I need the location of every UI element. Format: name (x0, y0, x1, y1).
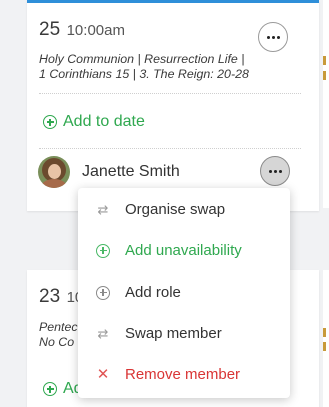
swap-icon: ⇄ (97, 326, 109, 341)
date-card: 25 10:00am Holy Communion | Resurrection… (27, 0, 319, 211)
divider (39, 93, 301, 94)
date-heading: 23 10 (39, 286, 83, 308)
menu-item-label: Add unavailability (125, 242, 242, 259)
menu-item-add-unavailability[interactable]: Add unavailability (94, 242, 242, 259)
member-more-button[interactable] (260, 156, 290, 186)
service-line-2: 1 Corinthians 15 | 3. The Reign: 20-28 (39, 66, 249, 81)
add-to-date-link[interactable]: Add to date (43, 113, 145, 131)
date-heading: 25 10:00am (39, 19, 125, 41)
add-to-date-label: Add to date (63, 113, 145, 130)
plus-circle-icon (43, 115, 57, 129)
service-description: Holy Communion | Resurrection Life | 1 C… (39, 52, 311, 81)
next-card-edge (323, 270, 329, 407)
plus-circle-icon (43, 382, 57, 396)
menu-item-add-role[interactable]: Add role (94, 284, 181, 301)
plus-circle-icon (94, 243, 112, 258)
menu-item-label: Swap member (125, 325, 222, 342)
service-line-1: Holy Communion | Resurrection Life | (39, 52, 245, 66)
more-icon (266, 35, 280, 39)
date-day: 25 (39, 19, 61, 40)
member-row: Janette Smith (38, 156, 180, 188)
menu-item-remove-member[interactable]: ✕ Remove member (94, 366, 240, 383)
divider (39, 148, 301, 149)
date-day: 23 (39, 286, 61, 307)
next-card-edge (323, 0, 329, 208)
date-time: 10:00am (66, 22, 125, 39)
service-line-1: Pentec (39, 320, 78, 334)
plus-circle-icon (94, 285, 112, 300)
rota-view: 25 10:00am Holy Communion | Resurrection… (0, 0, 329, 407)
menu-item-label: Remove member (125, 366, 241, 383)
more-icon (268, 169, 282, 173)
swap-icon: ⇄ (97, 202, 109, 217)
member-name: Janette Smith (82, 163, 180, 180)
menu-item-label: Add role (125, 284, 181, 301)
menu-item-label: Organise swap (125, 201, 226, 218)
avatar (38, 156, 70, 188)
service-line-2: No Co (39, 334, 75, 349)
date-more-button[interactable] (258, 22, 288, 52)
menu-item-swap-member[interactable]: ⇄ Swap member (94, 325, 222, 342)
menu-item-organise-swap[interactable]: ⇄ Organise swap (94, 201, 226, 218)
close-icon: ✕ (96, 366, 110, 383)
member-actions-menu: ⇄ Organise swap Add unavailability Add r… (78, 188, 290, 398)
service-description: Pentec No Co (39, 320, 78, 349)
